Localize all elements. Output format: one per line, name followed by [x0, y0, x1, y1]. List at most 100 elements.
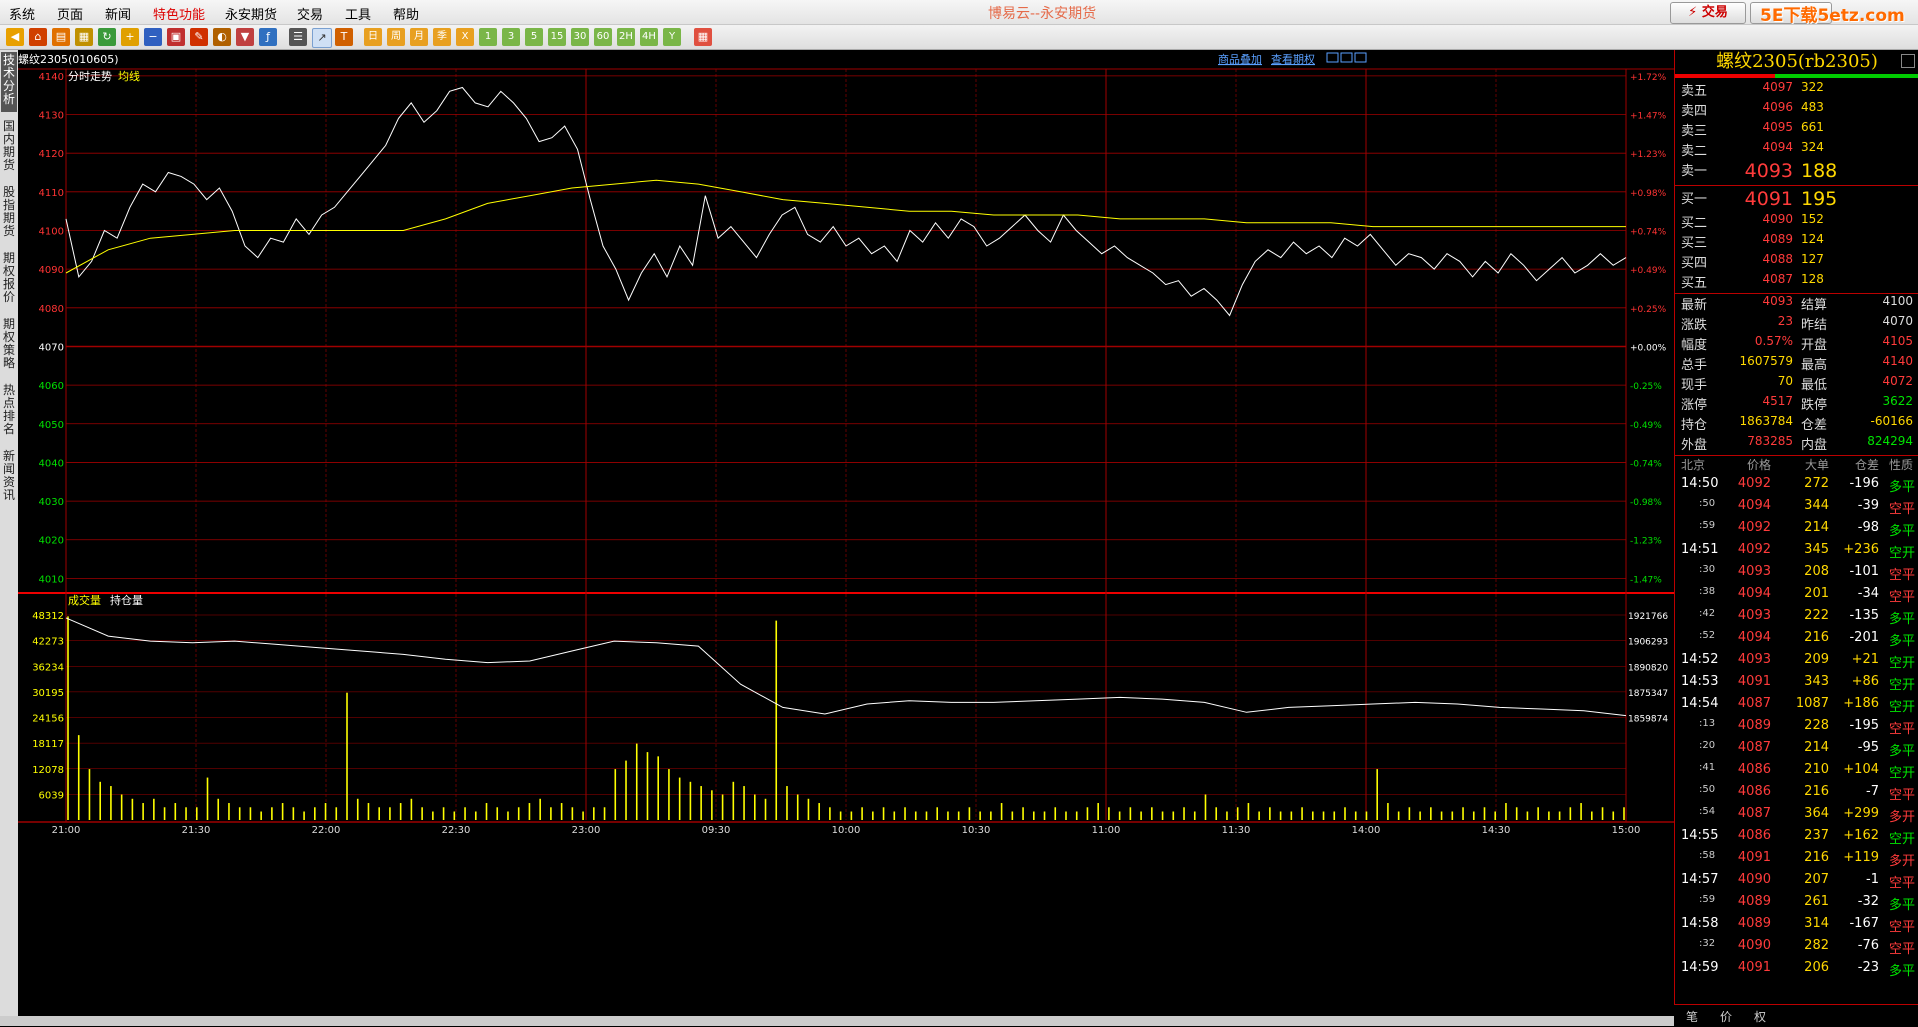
- menu-features[interactable]: 特色功能: [153, 4, 205, 23]
- period-button-12[interactable]: 4H: [640, 28, 658, 46]
- trend-icon[interactable]: ↗: [312, 28, 332, 48]
- left-tab-3[interactable]: 期权报价: [1, 250, 17, 310]
- tab-price[interactable]: 价: [1720, 1008, 1732, 1025]
- chart-icon[interactable]: ▦: [75, 28, 93, 46]
- trade-nature: 多平: [1888, 744, 1915, 759]
- trade-oi-change: +86: [1851, 674, 1879, 689]
- table-icon[interactable]: ☰: [289, 28, 307, 46]
- period-button-10[interactable]: 60: [594, 28, 612, 46]
- period-button-8[interactable]: 15: [548, 28, 566, 46]
- trade-oi-change: -98: [1857, 520, 1879, 535]
- period-button-5[interactable]: 1: [479, 28, 497, 46]
- indicator-icon[interactable]: ƒ: [259, 28, 277, 46]
- left-tab-5[interactable]: 热点排名: [1, 382, 17, 442]
- zoom-in-icon[interactable]: +: [121, 28, 139, 46]
- trade-volume: 1087: [1795, 696, 1829, 711]
- period-button-9[interactable]: 30: [571, 28, 589, 46]
- back-arrow-icon[interactable]: ◀: [6, 28, 24, 46]
- pct-tick-label: -0.49%: [1630, 421, 1662, 431]
- trades-header-cell: 仓差: [1854, 458, 1879, 472]
- period-button-7[interactable]: 5: [525, 28, 543, 46]
- period-button-0[interactable]: 日: [364, 28, 382, 46]
- time-tick-label: 23:00: [572, 825, 601, 836]
- trade-volume: 345: [1804, 542, 1829, 557]
- home-icon[interactable]: ⌂: [29, 28, 47, 46]
- volume-tick-label: 18117: [32, 739, 64, 750]
- zoom-out-icon[interactable]: −: [144, 28, 162, 46]
- pct-tick-label: +0.00%: [1630, 343, 1667, 353]
- tick-icon[interactable]: T: [335, 28, 353, 46]
- trade-time: :42: [1699, 608, 1716, 619]
- contract-title: 螺纹2305(rb2305): [1716, 51, 1878, 72]
- time-tick-label: 10:00: [832, 825, 861, 836]
- overlay-link[interactable]: 商品叠加: [1218, 52, 1262, 66]
- left-tab-4[interactable]: 期权策略: [1, 316, 17, 376]
- pct-tick-label: -0.74%: [1630, 459, 1662, 469]
- quote-row: 14:52 4093 209 +21 空开: [1675, 652, 1918, 674]
- trade-button[interactable]: ⚡ 交易: [1670, 2, 1746, 24]
- ask-price: 4097: [1762, 80, 1793, 94]
- trade-price: 4089: [1737, 894, 1771, 909]
- period-button-11[interactable]: 2H: [617, 28, 635, 46]
- bid-label: 买五: [1681, 276, 1708, 291]
- left-tab-1[interactable]: 国内期货: [1, 118, 17, 178]
- palette-icon[interactable]: ◐: [213, 28, 231, 46]
- tab-weights[interactable]: 权: [1754, 1008, 1766, 1025]
- menu-system[interactable]: 系统: [9, 4, 35, 23]
- price-tick-label: 4070: [39, 342, 64, 353]
- buy-strength-bar: [1775, 74, 1918, 78]
- period-button-6[interactable]: 3: [502, 28, 520, 46]
- pin-icon[interactable]: [1901, 54, 1915, 68]
- stat-label: 幅度: [1681, 338, 1708, 353]
- period-button-3[interactable]: 季: [433, 28, 451, 46]
- menu-trade[interactable]: 交易: [297, 4, 323, 23]
- filter-icon[interactable]: ▼: [236, 28, 254, 46]
- pen-icon[interactable]: ✎: [190, 28, 208, 46]
- left-tab-2[interactable]: 股指期货: [1, 184, 17, 244]
- refresh-icon[interactable]: ↻: [98, 28, 116, 46]
- quote-row: 卖三 4095 661: [1675, 120, 1918, 140]
- quote-row: :20 4087 214 -95 多平: [1675, 740, 1918, 762]
- stat-value: 4093: [1762, 294, 1793, 308]
- options-link[interactable]: 查看期权: [1271, 52, 1315, 66]
- period-button-2[interactable]: 月: [410, 28, 428, 46]
- quote-row: 买五 4087 128: [1675, 272, 1918, 292]
- quote-row: 14:51 4092 345 +236 空开: [1675, 542, 1918, 564]
- tab-ticks[interactable]: 笔: [1686, 1008, 1698, 1025]
- chart-window-icon-1[interactable]: [1340, 52, 1353, 63]
- trade-price: 4089: [1737, 718, 1771, 733]
- chart-window-icon-0[interactable]: [1326, 52, 1339, 63]
- trade-time: :41: [1699, 762, 1716, 773]
- trade-oi-change: +186: [1843, 696, 1879, 711]
- period-button-4[interactable]: X: [456, 28, 474, 46]
- left-tab-6[interactable]: 新闻资讯: [1, 448, 17, 508]
- pct-tick-label: +1.47%: [1630, 112, 1667, 122]
- period-button-1[interactable]: 周: [387, 28, 405, 46]
- chart-window-icon-2[interactable]: [1354, 52, 1367, 63]
- ask-label: 卖二: [1681, 144, 1708, 159]
- menu-help[interactable]: 帮助: [393, 4, 419, 23]
- trade-time: 14:50: [1681, 476, 1719, 491]
- pct-tick-label: +0.25%: [1630, 305, 1667, 315]
- menu-news[interactable]: 新闻: [105, 4, 131, 23]
- quote-row: 14:54 4087 1087 +186 空开: [1675, 696, 1918, 718]
- trade-time: :32: [1699, 938, 1716, 949]
- calculator-icon[interactable]: ▦: [694, 28, 712, 46]
- book-icon[interactable]: ▤: [52, 28, 70, 46]
- period-button-13[interactable]: Y: [663, 28, 681, 46]
- quote-row: 买四 4088 127: [1675, 252, 1918, 272]
- bid-label: 买一: [1681, 192, 1708, 207]
- trade-time: 14:57: [1681, 872, 1719, 887]
- trade-nature: 空开: [1888, 546, 1915, 561]
- left-tab-0[interactable]: 技术分析: [1, 52, 17, 112]
- trade-nature: 多开: [1888, 854, 1915, 869]
- bid-price: 4091: [1744, 188, 1793, 210]
- trade-time: :13: [1699, 718, 1716, 729]
- menu-yongan[interactable]: 永安期货: [225, 4, 277, 23]
- layers-icon[interactable]: ▣: [167, 28, 185, 46]
- menu-tools[interactable]: 工具: [345, 4, 371, 23]
- stat-label: 结算: [1801, 298, 1828, 313]
- menu-page[interactable]: 页面: [57, 4, 83, 23]
- quote-row: 买二 4090 152: [1675, 212, 1918, 232]
- volume-tick-label: 42273: [32, 637, 64, 648]
